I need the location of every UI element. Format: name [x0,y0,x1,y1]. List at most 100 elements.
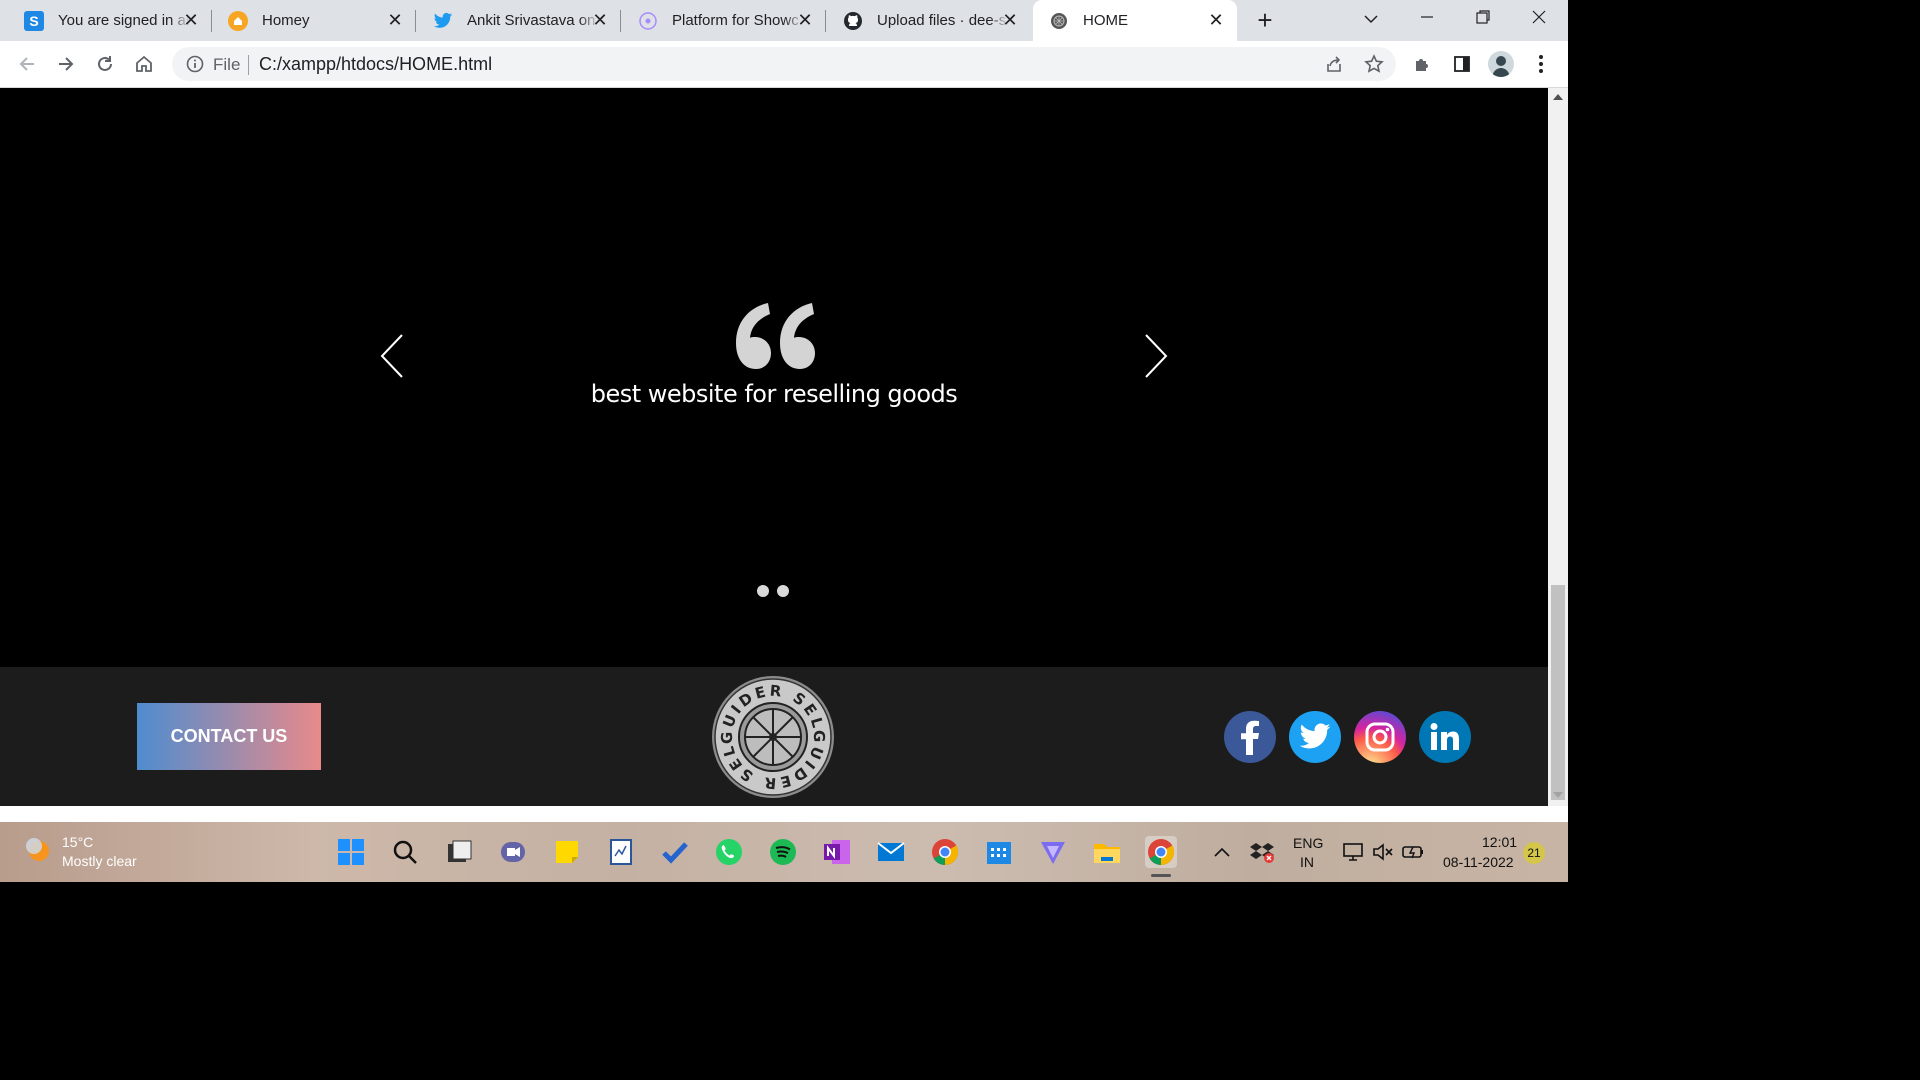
tab-title: HOME [1083,12,1128,29]
search-icon[interactable] [389,836,421,868]
tab-title: Platform for Showc [672,12,799,29]
lang-line2[interactable]: IN [1300,854,1314,870]
guider-sell-logo: GUIDER SELL GUIDER SELL [710,674,836,800]
notification-badge[interactable]: 21 [1523,842,1545,864]
whiteboard-icon[interactable] [605,836,637,868]
file-explorer-icon[interactable] [1091,836,1123,868]
taskbar: 15°C Mostly clear ENG IN 12:01 08-11-202… [0,822,1568,882]
tab-title: Upload files · dee-s [877,12,1007,29]
clock-time[interactable]: 12:01 [1482,834,1517,850]
chrome-icon[interactable] [929,836,961,868]
tab-2[interactable]: Homey ✕ [212,0,416,41]
page-bottom-strip [0,806,1568,822]
tab-separator [620,10,621,32]
scheme-label: File [213,55,241,74]
instagram-icon[interactable] [1354,711,1406,763]
tab-title: You are signed in as [58,12,190,29]
new-tab-button[interactable]: + [1249,6,1281,36]
home-icon[interactable] [131,51,157,77]
close-icon[interactable]: ✕ [796,11,814,29]
twitter-icon[interactable] [1289,711,1341,763]
tab-strip: S You are signed in as ✕ Homey ✕ Ankit S… [0,0,1568,41]
scroll-down-arrow[interactable] [1553,792,1563,798]
tab-title: Ankit Srivastava on [467,12,596,29]
sticky-notes-icon[interactable] [551,836,583,868]
close-icon[interactable]: ✕ [1001,11,1019,29]
page-icon [1049,11,1069,31]
volume-muted-icon[interactable] [1370,836,1396,868]
contact-us-button[interactable]: CONTACT US [137,703,321,770]
footer: CONTACT US GUIDER SELL GUIDER SELL [0,667,1548,806]
tab-1[interactable]: S You are signed in as ✕ [8,0,212,41]
linkedin-icon[interactable] [1419,711,1471,763]
clock-date[interactable]: 08-11-2022 [1443,854,1514,870]
close-icon[interactable]: ✕ [182,11,200,29]
reload-icon[interactable] [92,51,118,77]
tab-home-active[interactable]: HOME ✕ [1033,0,1237,41]
tab-title: Homey [262,12,310,29]
testimonial-text: best website for reselling goods [590,380,958,408]
vpn-icon[interactable] [1037,836,1069,868]
spotify-icon[interactable] [767,836,799,868]
tab-separator [415,10,416,32]
active-app-indicator [1151,874,1171,877]
close-window-icon[interactable] [1527,8,1551,32]
restore-icon[interactable] [1471,8,1495,32]
forward-icon[interactable] [53,51,79,77]
homey-icon [228,10,248,31]
chrome-active-icon[interactable] [1145,836,1177,868]
teams-chat-icon[interactable] [497,836,529,868]
mail-icon[interactable] [875,836,907,868]
github-icon [843,11,863,31]
webpage: best website for reselling goods CONTACT… [0,88,1548,806]
menu-kebab-icon[interactable] [1528,51,1554,77]
carousel-next-icon[interactable] [1142,332,1170,380]
weather-desc: Mostly clear [62,853,137,869]
weather-icon[interactable] [24,836,52,864]
minimize-icon[interactable] [1415,8,1439,32]
close-icon[interactable]: ✕ [591,11,609,29]
chevron-up-icon[interactable] [1208,836,1236,868]
tab-4[interactable]: Platform for Showc ✕ [622,0,826,41]
tab-separator [825,10,826,32]
task-view-icon[interactable] [443,836,475,868]
carousel-dot-2[interactable] [777,585,789,597]
tab-search-icon[interactable] [1359,8,1383,32]
calendar-icon[interactable] [983,836,1015,868]
s-icon: S [24,10,44,31]
profile-avatar[interactable] [1488,51,1514,77]
bookmark-star-icon[interactable] [1364,54,1384,79]
weather-temp: 15°C [62,834,94,850]
browser-toolbar: File C:/xampp/htdocs/HOME.html [0,41,1568,88]
back-icon[interactable] [14,51,40,77]
platform-icon [638,11,658,31]
quote-icon [736,303,815,369]
dropbox-icon[interactable] [1248,836,1276,868]
side-panel-icon[interactable] [1449,51,1475,77]
divider [248,55,249,75]
start-icon[interactable] [335,836,367,868]
close-icon[interactable]: ✕ [1207,11,1225,29]
lang-line1[interactable]: ENG [1293,835,1323,851]
address-bar[interactable]: File C:/xampp/htdocs/HOME.html [172,47,1396,81]
carousel-indicators [757,585,789,597]
battery-icon[interactable] [1400,836,1426,868]
todo-icon[interactable] [659,836,691,868]
tab-5[interactable]: Upload files · dee-s ✕ [827,0,1031,41]
facebook-icon[interactable] [1224,711,1276,763]
vertical-scrollbar[interactable] [1548,88,1568,806]
twitter-icon [433,11,453,31]
url-text[interactable]: C:/xampp/htdocs/HOME.html [259,54,492,75]
share-icon[interactable] [1324,54,1344,79]
whatsapp-icon[interactable] [713,836,745,868]
scroll-up-arrow[interactable] [1553,94,1563,100]
extensions-icon[interactable] [1410,51,1436,77]
carousel-prev-icon[interactable] [378,332,406,380]
close-icon[interactable]: ✕ [386,11,404,29]
scrollbar-thumb[interactable] [1551,585,1565,800]
tab-3[interactable]: Ankit Srivastava on ✕ [417,0,621,41]
network-icon[interactable] [1340,836,1366,868]
info-icon[interactable] [186,55,204,78]
carousel-dot-1[interactable] [757,585,769,597]
onenote-icon[interactable] [821,836,853,868]
